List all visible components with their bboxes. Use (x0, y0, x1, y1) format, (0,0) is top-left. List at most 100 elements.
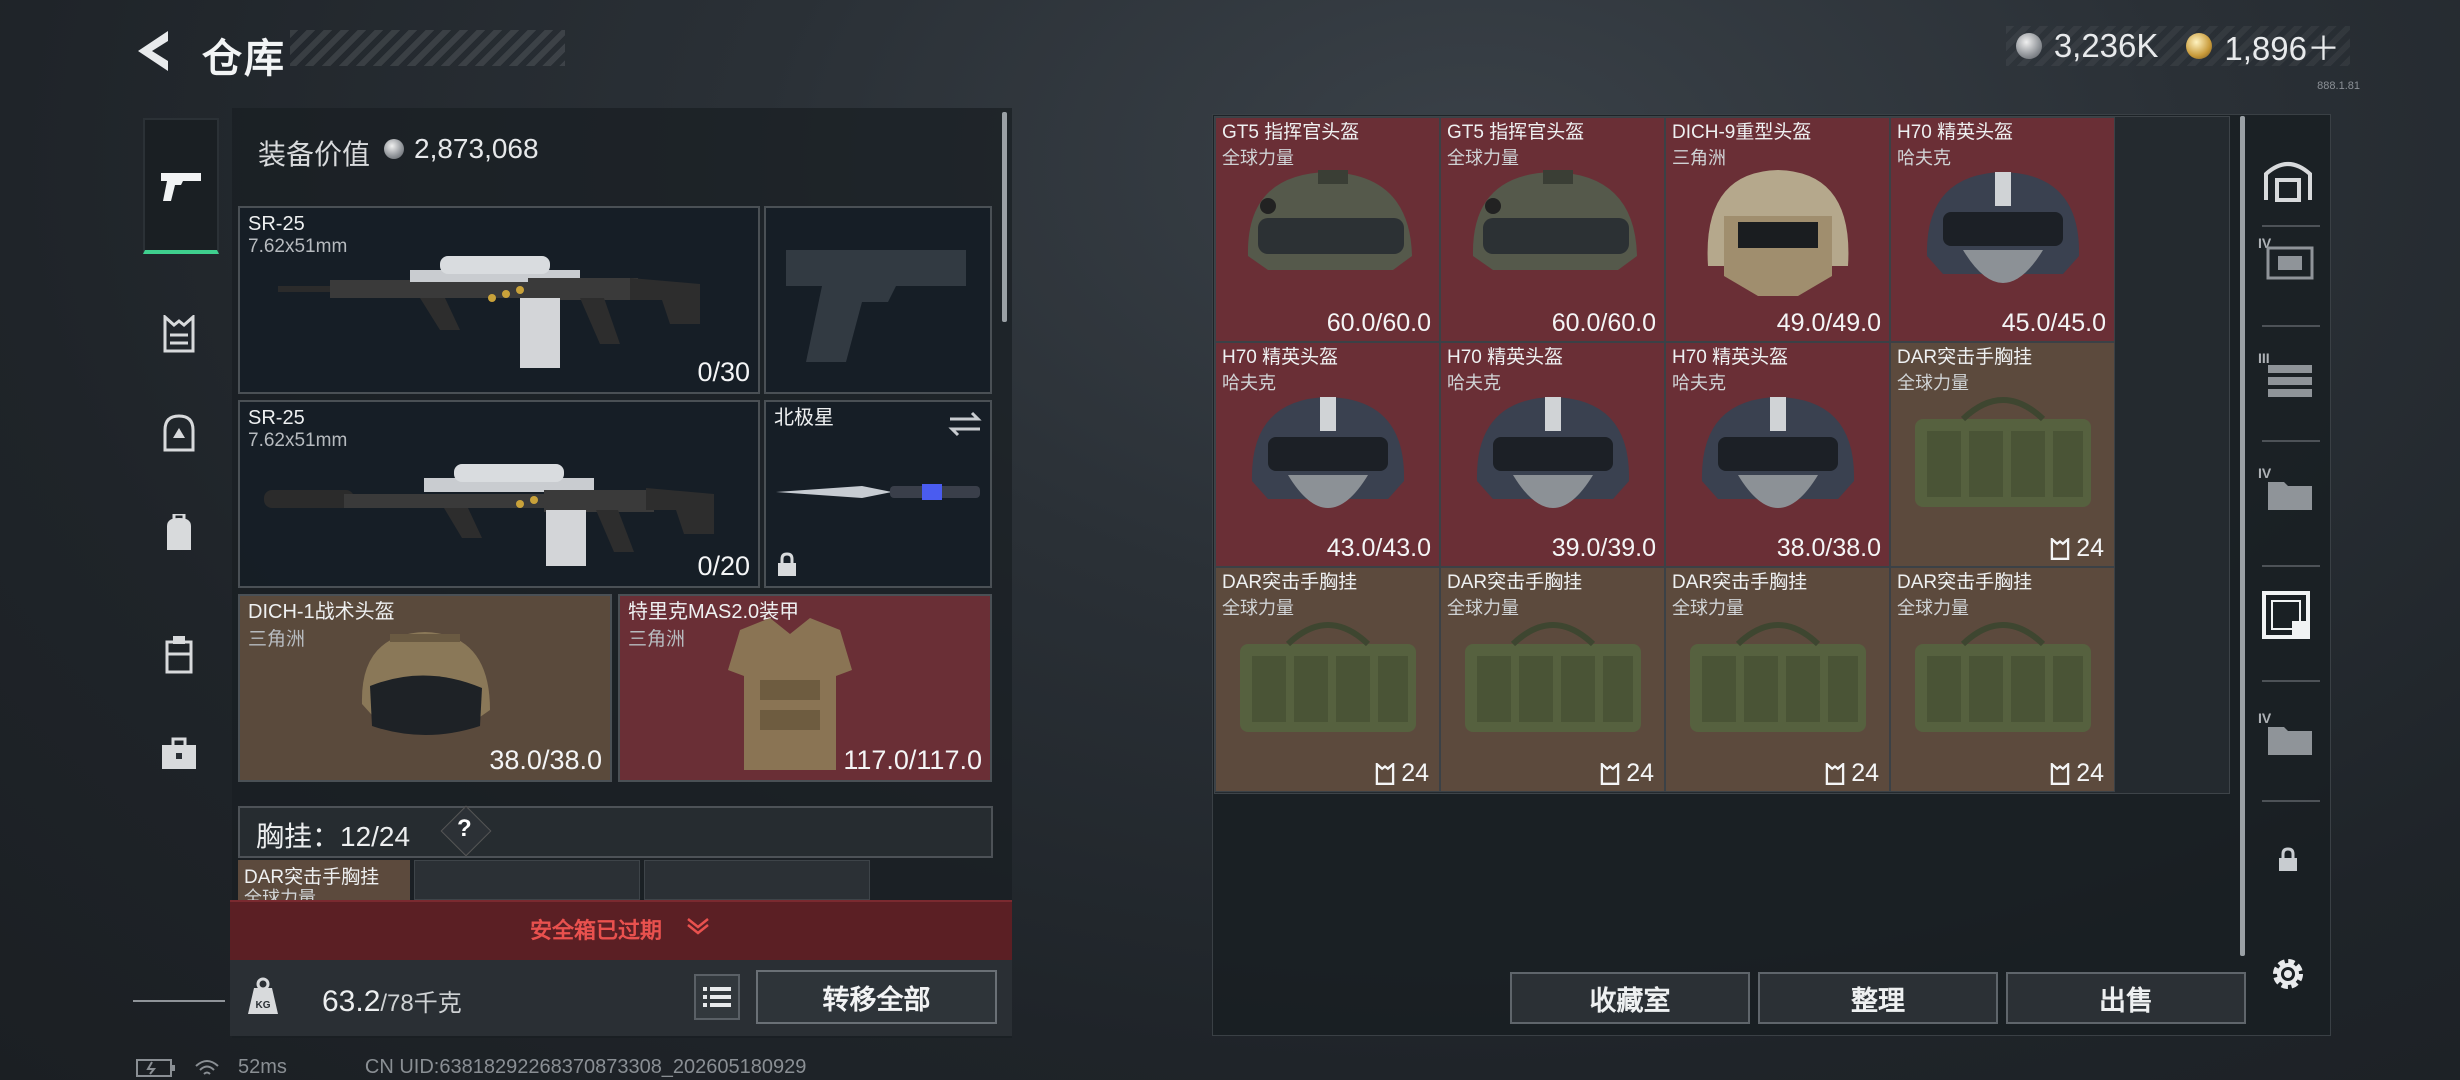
capacity: 24 (2050, 534, 2104, 563)
gold-currency[interactable]: 1,896＋ (2186, 22, 2340, 70)
durability: 45.0/45.0 (2001, 309, 2106, 337)
durability: 38.0/38.0 (1776, 534, 1881, 562)
chest-rig-icon (2050, 537, 2070, 560)
chest-rig-image (1240, 622, 1416, 732)
svg-text:KG: KG (256, 1000, 271, 1011)
stash-item[interactable]: DAR突击手胸挂 全球力量 24 (1665, 567, 1890, 792)
back-arrow-icon[interactable] (130, 28, 180, 74)
stash-item[interactable]: DICH-9重型头盔 三角洲 49.0/49.0 (1665, 117, 1890, 342)
stash-item[interactable]: DAR突击手胸挂 全球力量 24 (1440, 567, 1665, 792)
backpack-icon (167, 514, 191, 550)
stash-item[interactable]: GT5 指挥官头盔 全球力量 60.0/60.0 (1440, 117, 1665, 342)
equipment-value-number: 2,873,068 (414, 133, 539, 164)
battery-icon (136, 1058, 175, 1077)
item-name: DAR突击手胸挂 (1447, 572, 1583, 593)
stash-grid: GT5 指挥官头盔 全球力量 60.0/60.0 GT5 指挥官头盔 全球力量 60.0/… (1214, 116, 2230, 794)
helmet-icon (163, 414, 195, 452)
sidebar-item-storage-2[interactable]: III (2258, 345, 2318, 405)
armor-faction: 三角洲 (628, 629, 686, 650)
capacity-number: 24 (2076, 759, 2104, 787)
chevron-down-icon[interactable] (686, 915, 710, 935)
sidebar-item-weapons[interactable] (143, 118, 219, 254)
weight-readout: 63.2/78千克 (322, 983, 462, 1019)
armor-slot[interactable]: 特里克MAS2.0装甲 三角洲 117.0/117.0 (618, 594, 992, 782)
stash-item[interactable]: H70 精英头盔 哈夫克 38.0/38.0 (1665, 342, 1890, 567)
sidebar-divider (2262, 680, 2320, 682)
stash-item[interactable]: DAR突击手胸挂 全球力量 24 (1215, 567, 1440, 792)
stash-item[interactable]: GT5 指挥官头盔 全球力量 60.0/60.0 (1215, 117, 1440, 342)
durability: 38.0/38.0 (489, 745, 602, 775)
list-view-button[interactable] (694, 974, 740, 1020)
transfer-all-button[interactable]: 转移全部 (756, 970, 997, 1024)
sidebar-item-storage-1[interactable]: IV (2258, 230, 2318, 290)
item-name: H70 精英头盔 (1672, 347, 1789, 368)
item-faction: 三角洲 (1672, 148, 1726, 168)
capacity-number: 24 (1851, 759, 1879, 787)
stash-scrollbar[interactable] (2240, 116, 2245, 956)
stash-item[interactable]: DAR突击手胸挂 全球力量 24 (1890, 567, 2115, 792)
chest-rig-image (1690, 622, 1866, 732)
sidebar-item-storage-3[interactable]: IV (2258, 460, 2318, 520)
sort-button[interactable]: 整理 (1758, 972, 1998, 1024)
helmet-slot[interactable]: DICH-1战术头盔 三角洲 38.0/38.0 (238, 594, 612, 782)
swap-icon[interactable] (948, 410, 982, 438)
stash-item[interactable]: H70 精英头盔 哈夫克 39.0/39.0 (1440, 342, 1665, 567)
sidebar-item-safebox[interactable] (143, 718, 215, 790)
briefcase-icon (162, 737, 196, 769)
item-faction: 哈夫克 (1897, 148, 1951, 168)
pistol-slot[interactable] (764, 206, 992, 394)
helmet-image (1476, 397, 1630, 508)
tactical-helmet-image (361, 632, 490, 735)
sidebar-item-warehouse[interactable] (2258, 150, 2318, 210)
category-sidebar (133, 108, 225, 1008)
melee-slot[interactable]: 北极星 (764, 400, 992, 588)
item-name: H70 精英头盔 (1222, 347, 1339, 368)
durability: 39.0/39.0 (1551, 534, 1656, 562)
equipment-value: 2,873,068 (384, 133, 539, 165)
capacity: 24 (1825, 759, 1879, 788)
stash-item[interactable]: H70 精英头盔 哈夫克 45.0/45.0 (1890, 117, 2115, 342)
chest-rig-image (1915, 397, 2091, 507)
ammo-count: 0/30 (697, 357, 750, 387)
list-icon (703, 987, 731, 1007)
loadout-scrollbar[interactable] (1002, 112, 1007, 322)
secondary-weapon-slot[interactable]: SR-25 7.62x51mm 0/20 (238, 400, 760, 588)
item-faction: 哈夫克 (1447, 373, 1501, 393)
settings-button[interactable] (2258, 944, 2318, 1004)
active-storage-icon (2262, 591, 2310, 639)
item-faction: 全球力量 (1897, 373, 1969, 393)
sidebar-item-locked[interactable] (2258, 830, 2318, 890)
sidebar-item-storage-5[interactable]: IV (2258, 705, 2318, 765)
stash-item[interactable]: H70 精英头盔 哈夫克 43.0/43.0 (1215, 342, 1440, 567)
sidebar-item-backpack[interactable] (143, 498, 215, 570)
empty-grid-slot[interactable] (414, 860, 640, 900)
item-faction: 哈夫克 (1672, 373, 1726, 393)
collection-room-button[interactable]: 收藏室 (1510, 972, 1750, 1024)
sidebar-divider (133, 1000, 225, 1002)
pouch-icon (165, 636, 193, 674)
knife-image (776, 484, 980, 500)
empty-grid-slot[interactable] (644, 860, 870, 900)
partial-rig-faction: 全球力量 (244, 888, 316, 900)
sidebar-item-storage-4-active[interactable] (2258, 585, 2318, 645)
svg-text:III: III (2258, 350, 2270, 366)
sell-button[interactable]: 出售 (2006, 972, 2246, 1024)
durability: 60.0/60.0 (1551, 309, 1656, 337)
help-icon[interactable]: ? (457, 815, 472, 843)
sidebar-item-pouch[interactable] (143, 618, 215, 690)
sidebar-item-chest-rig[interactable] (143, 298, 215, 370)
sidebar-divider (2262, 440, 2320, 442)
durability: 117.0/117.0 (843, 745, 982, 775)
chest-rig-image (1465, 622, 1641, 732)
item-faction: 全球力量 (1897, 598, 1969, 618)
item-faction: 全球力量 (1672, 598, 1744, 618)
chest-rig-icon (163, 315, 195, 353)
primary-weapon-slot[interactable]: SR-25 7.62x51mm 0/30 (238, 206, 760, 394)
stash-item[interactable]: DAR突击手胸挂 全球力量 24 (1890, 342, 2115, 567)
weight-icon: KG (248, 977, 278, 1014)
storage-rack-icon: III (2258, 350, 2312, 397)
sidebar-item-helmet[interactable] (143, 398, 215, 470)
partial-rig-item[interactable]: DAR突击手胸挂 全球力量 (238, 860, 410, 900)
capacity-number: 24 (1401, 759, 1429, 787)
storage-box-icon: IV (2258, 235, 2314, 280)
